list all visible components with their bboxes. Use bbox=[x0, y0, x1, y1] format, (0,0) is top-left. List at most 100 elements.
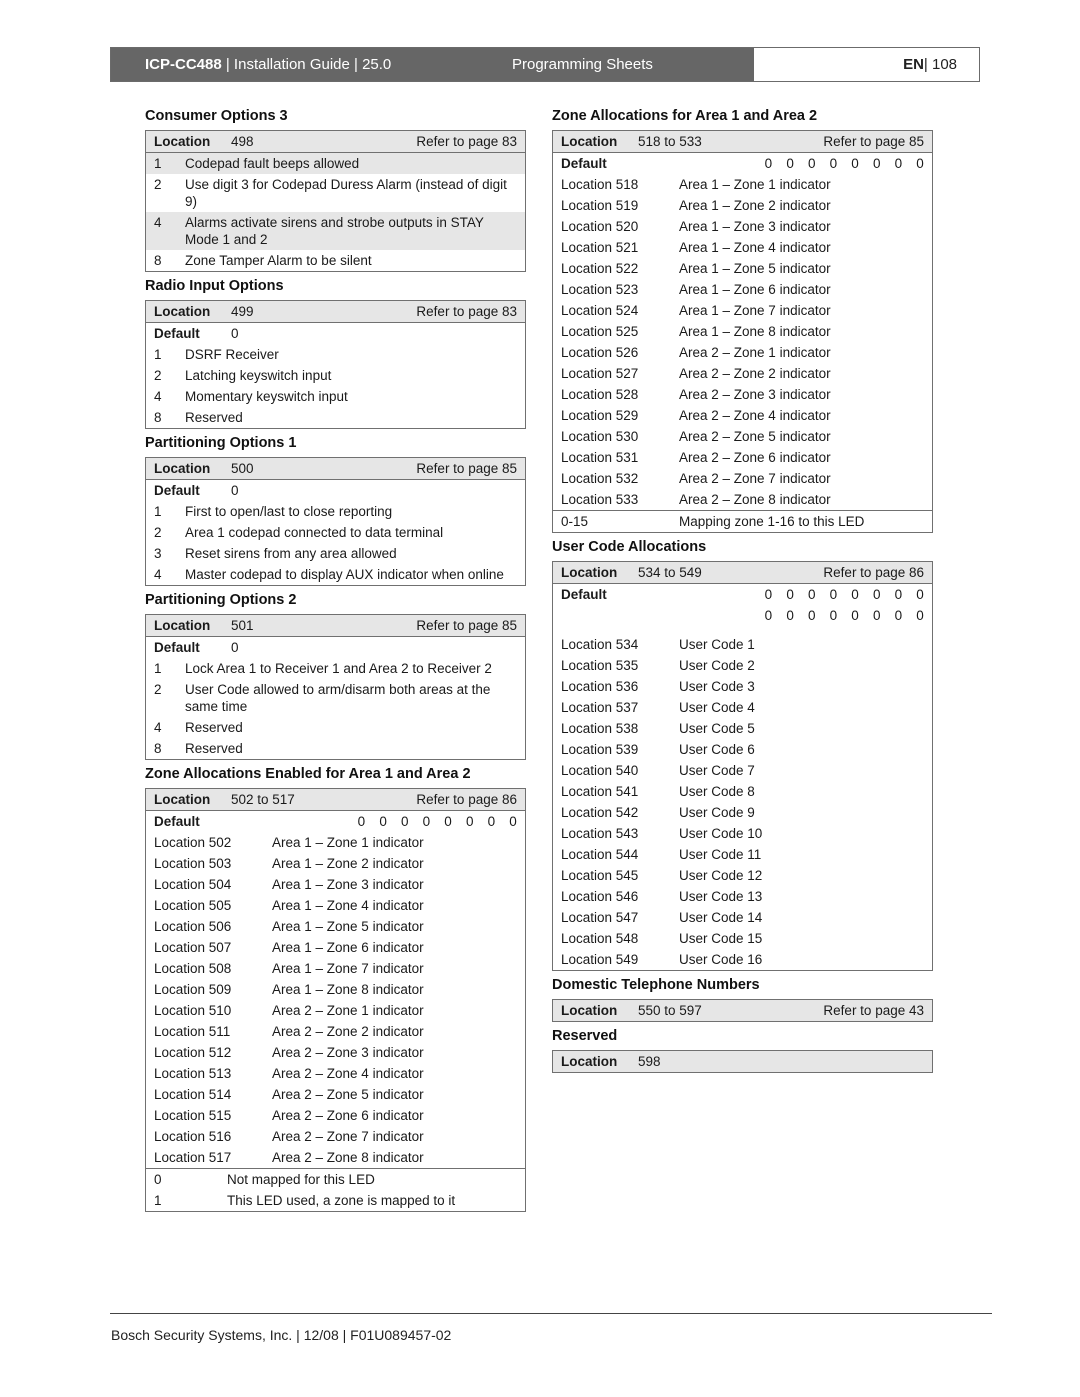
zone-row: Location 503 Area 1 – Zone 2 indicator bbox=[146, 853, 525, 874]
default-label: Default bbox=[154, 483, 200, 498]
option-bit: 4 bbox=[154, 567, 162, 582]
row-description: Area 2 – Zone 7 indicator bbox=[272, 1129, 424, 1144]
default-value: 0 bbox=[231, 640, 239, 655]
default-row: Default 0 0 0 0 0 0 0 0 bbox=[553, 153, 932, 174]
doc-title: ICP-CC488 | Installation Guide | 25.0 bbox=[145, 56, 512, 73]
option-bit: 4 bbox=[154, 389, 162, 404]
row-key: Location 506 bbox=[154, 919, 232, 934]
row-key: Location 549 bbox=[561, 952, 639, 967]
row-key: Location 545 bbox=[561, 868, 639, 883]
option-text: Reserved bbox=[185, 720, 243, 735]
user-code-row: Location 538 User Code 5 bbox=[553, 718, 932, 739]
location-row: Location 500 Refer to page 85 bbox=[146, 458, 525, 480]
default-row: Default 0 bbox=[146, 480, 525, 501]
default-row: Default 0 0 0 0 0 0 0 0 bbox=[553, 584, 932, 605]
location-label: Location bbox=[154, 461, 211, 476]
zone-row: Location 510 Area 2 – Zone 1 indicator bbox=[146, 1000, 525, 1021]
default-label: Default bbox=[154, 640, 200, 655]
row-key: Location 514 bbox=[154, 1087, 232, 1102]
row-description: User Code 5 bbox=[679, 721, 755, 736]
row-description: User Code 4 bbox=[679, 700, 755, 715]
location-row: Location 518 to 533 Refer to page 85 bbox=[553, 131, 932, 153]
default-row: Default 0 bbox=[146, 637, 525, 658]
option-bit: 8 bbox=[154, 741, 162, 756]
row-key: Location 528 bbox=[561, 387, 639, 402]
option-row: 2 User Code allowed to arm/disarm both ar… bbox=[146, 679, 525, 717]
zone-rows: Location 502 Area 1 – Zone 1 indicator Loc… bbox=[146, 832, 525, 1168]
option-text: Area 1 codepad connected to data termina… bbox=[185, 525, 444, 540]
default-label: Default bbox=[154, 814, 200, 829]
row-key: Location 533 bbox=[561, 492, 639, 507]
section-title: Zone Allocations Enabled for Area 1 and … bbox=[145, 766, 471, 782]
user-code-row: Location 544 User Code 11 bbox=[553, 844, 932, 865]
zone-row: Location 533 Area 2 – Zone 8 indicator bbox=[553, 489, 932, 510]
row-description: Area 2 – Zone 3 indicator bbox=[272, 1045, 424, 1060]
location-value: 500 bbox=[231, 461, 254, 476]
option-row: 4 Momentary keyswitch input bbox=[146, 386, 525, 407]
row-key: Location 540 bbox=[561, 763, 639, 778]
option-row: 4 Reserved bbox=[146, 717, 525, 738]
option-text: Momentary keyswitch input bbox=[185, 389, 348, 404]
row-key: Location 527 bbox=[561, 366, 639, 381]
partitioning-options-2-table: Location 501 Refer to page 85 Default 0 1… bbox=[145, 614, 526, 760]
page-info: EN | 108 bbox=[754, 48, 979, 81]
user-code-row: Location 542 User Code 9 bbox=[553, 802, 932, 823]
row-key: Location 529 bbox=[561, 408, 639, 423]
row-key: Location 522 bbox=[561, 261, 639, 276]
row-description: User Code 2 bbox=[679, 658, 755, 673]
location-label: Location bbox=[154, 304, 211, 319]
zone-row: Location 528 Area 2 – Zone 3 indicator bbox=[553, 384, 932, 405]
row-key: Location 504 bbox=[154, 877, 232, 892]
row-key: Location 542 bbox=[561, 805, 639, 820]
option-row: 8 Reserved bbox=[146, 738, 525, 759]
location-value: 518 to 533 bbox=[638, 134, 702, 149]
row-key: Location 525 bbox=[561, 324, 639, 339]
location-row: Location 501 Refer to page 85 bbox=[146, 615, 525, 637]
option-bit: 4 bbox=[154, 720, 162, 735]
user-code-row: Location 548 User Code 15 bbox=[553, 928, 932, 949]
option-text: Reserved bbox=[185, 741, 243, 756]
page-reference: Refer to page 85 bbox=[416, 461, 517, 476]
option-text: DSRF Receiver bbox=[185, 347, 279, 362]
location-label: Location bbox=[561, 1054, 618, 1069]
row-description: Area 2 – Zone 5 indicator bbox=[679, 429, 831, 444]
row-key: Location 532 bbox=[561, 471, 639, 486]
consumer-options-3-table: Location 498 Refer to page 83 1 Codepad f… bbox=[145, 130, 526, 272]
option-bit: 2 bbox=[154, 682, 162, 697]
row-key: Location 548 bbox=[561, 931, 639, 946]
option-row: 1 Lock Area 1 to Receiver 1 and Area 2 to… bbox=[146, 658, 525, 679]
location-value: 550 to 597 bbox=[638, 1003, 702, 1018]
section-title: Radio Input Options bbox=[145, 278, 284, 294]
row-key: Location 544 bbox=[561, 847, 639, 862]
row-description: Area 1 – Zone 1 indicator bbox=[272, 835, 424, 850]
row-description: Area 1 – Zone 3 indicator bbox=[679, 219, 831, 234]
row-key: Location 538 bbox=[561, 721, 639, 736]
option-row: 2 Latching keyswitch input bbox=[146, 365, 525, 386]
option-bit: 1 bbox=[154, 661, 162, 676]
row-key: Location 505 bbox=[154, 898, 232, 913]
zone-row: Location 507 Area 1 – Zone 6 indicator bbox=[146, 937, 525, 958]
row-description: Area 1 – Zone 1 indicator bbox=[679, 177, 831, 192]
option-row: 4 Alarms activate sirens and strobe outpu… bbox=[146, 212, 525, 250]
default-label: Default bbox=[561, 156, 607, 171]
row-key: Location 524 bbox=[561, 303, 639, 318]
zone-row: Location 530 Area 2 – Zone 5 indicator bbox=[553, 426, 932, 447]
row-description: Area 2 – Zone 4 indicator bbox=[679, 408, 831, 423]
option-bit: 2 bbox=[154, 177, 162, 192]
zone-row: Location 509 Area 1 – Zone 8 indicator bbox=[146, 979, 525, 1000]
row-description: User Code 8 bbox=[679, 784, 755, 799]
row-description: Area 1 – Zone 4 indicator bbox=[272, 898, 424, 913]
zone-row: Location 506 Area 1 – Zone 5 indicator bbox=[146, 916, 525, 937]
row-description: Area 1 – Zone 8 indicator bbox=[679, 324, 831, 339]
option-row: 2 Use digit 3 for Codepad Duress Alarm (i… bbox=[146, 174, 525, 212]
zone-row: Location 526 Area 2 – Zone 1 indicator bbox=[553, 342, 932, 363]
row-key: Location 526 bbox=[561, 345, 639, 360]
page-header: ICP-CC488 | Installation Guide | 25.0 Pr… bbox=[110, 47, 980, 82]
zone-allocations-enabled-table: Location 502 to 517 Refer to page 86 Def… bbox=[145, 788, 526, 1212]
page-reference: Refer to page 85 bbox=[823, 134, 924, 149]
row-description: Area 1 – Zone 8 indicator bbox=[272, 982, 424, 997]
option-row: 1 Codepad fault beeps allowed bbox=[146, 153, 525, 174]
row-key: Location 535 bbox=[561, 658, 639, 673]
legend-row: 1 This LED used, a zone is mapped to it bbox=[146, 1190, 525, 1211]
option-text: Use digit 3 for Codepad Duress Alarm (in… bbox=[185, 177, 507, 209]
